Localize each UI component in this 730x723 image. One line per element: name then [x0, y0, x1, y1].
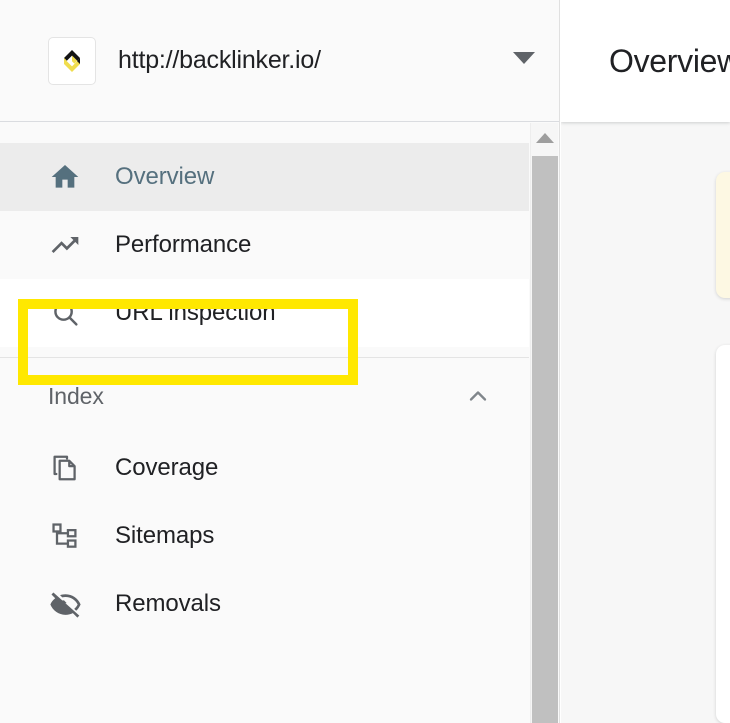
sidebar-item-overview[interactable]: Overview	[0, 143, 529, 211]
sidebar-item-label: Performance	[115, 231, 252, 258]
sidebar-scrollbar[interactable]	[530, 123, 558, 723]
sidebar-section-index[interactable]: Index	[0, 358, 529, 434]
sidebar-item-url-inspection[interactable]: URL inspection	[0, 279, 529, 347]
nav-top-spacer	[0, 123, 529, 143]
chevron-up-icon[interactable]	[463, 381, 493, 411]
sidebar-item-removals[interactable]: Removals	[0, 570, 529, 638]
search-console-window: http://backlinker.io/ Overview Performan…	[0, 0, 730, 723]
caret-down-icon[interactable]	[513, 52, 535, 64]
notice-card[interactable]	[716, 172, 730, 298]
property-selector[interactable]: http://backlinker.io/	[0, 0, 559, 122]
sidebar-section-label: Index	[48, 382, 104, 409]
account-tree-icon	[48, 519, 82, 553]
content-header: Overview	[561, 0, 730, 122]
sidebar-item-label: URL inspection	[115, 299, 276, 326]
main-content: Overview	[561, 0, 730, 723]
sidebar-item-sitemaps[interactable]: Sitemaps	[0, 502, 529, 570]
home-icon	[48, 160, 82, 194]
sidebar-item-performance[interactable]: Performance	[0, 211, 529, 279]
scrollbar-thumb[interactable]	[532, 156, 558, 723]
page-title: Overview	[609, 42, 730, 79]
trending-up-icon	[48, 228, 82, 262]
sidebar-item-label: Coverage	[115, 454, 219, 481]
sidebar-item-label: Removals	[115, 590, 221, 617]
sidebar-item-label: Overview	[115, 163, 215, 190]
search-icon	[48, 296, 82, 330]
sidebar-panel: http://backlinker.io/ Overview Performan…	[0, 0, 560, 723]
visibility-off-icon	[48, 587, 82, 621]
scroll-up-arrow-icon[interactable]	[531, 123, 558, 153]
copy-documents-icon	[48, 451, 82, 485]
content-card[interactable]	[716, 345, 730, 723]
backlinker-logo-icon	[48, 36, 96, 85]
sidebar-item-label: Sitemaps	[115, 522, 215, 549]
property-url-label: http://backlinker.io/	[118, 46, 321, 74]
sidebar-nav: Overview Performance URL inspection Inde…	[0, 123, 529, 723]
sidebar-item-coverage[interactable]: Coverage	[0, 434, 529, 502]
